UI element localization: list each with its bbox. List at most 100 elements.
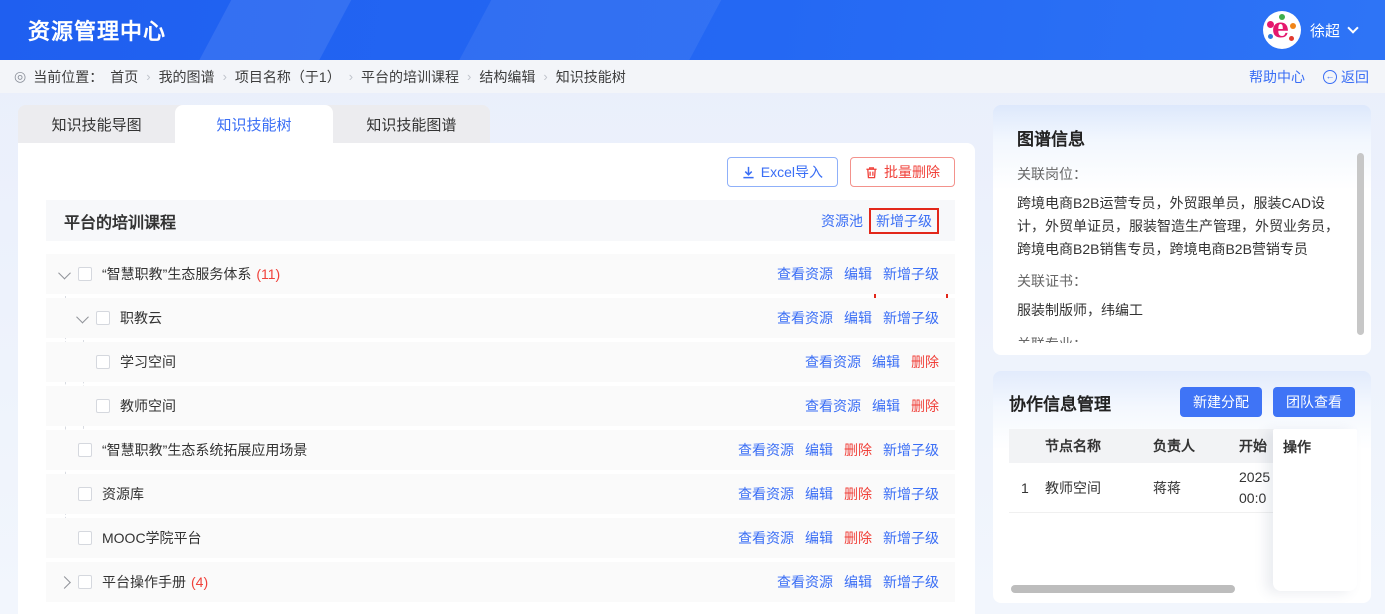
delete-link[interactable]: 删除 — [911, 396, 939, 416]
owner-header: 负责人 — [1153, 436, 1239, 456]
delete-link[interactable]: 删除 — [844, 528, 872, 548]
node-count: (4) — [191, 574, 208, 590]
edit-link[interactable]: 编辑 — [844, 572, 872, 592]
tree-node-label: “智慧职教”生态系统拓展应用场景 — [102, 440, 307, 460]
logo-dot — [1290, 23, 1296, 29]
row-index: 1 — [1009, 480, 1045, 496]
edit-link[interactable]: 编辑 — [805, 528, 833, 548]
breadcrumb-item-home[interactable]: 首页 — [110, 67, 138, 87]
view-resource-link[interactable]: 查看资源 — [777, 572, 833, 592]
breadcrumb-item-course[interactable]: 平台的培训课程 — [361, 67, 459, 87]
node-name-header: 节点名称 — [1045, 436, 1153, 456]
chevron-down-icon[interactable] — [1347, 22, 1358, 33]
resource-pool-link[interactable]: 资源池 — [821, 211, 863, 231]
tree-node-label: 教师空间 — [120, 396, 176, 416]
collaboration-card: 协作信息管理 新建分配 团队查看 节点名称 负责人 开始 1 教师空间 蒋蒋 2… — [993, 371, 1371, 603]
logo-dot — [1279, 14, 1285, 20]
app-header: 资源管理中心 e 徐超 — [0, 0, 1385, 60]
row-checkbox[interactable] — [96, 311, 110, 325]
batch-delete-button[interactable]: 批量删除 — [850, 157, 955, 187]
view-resource-link[interactable]: 查看资源 — [777, 264, 833, 284]
row-checkbox[interactable] — [78, 443, 92, 457]
row-checkbox[interactable] — [78, 531, 92, 545]
view-resource-link[interactable]: 查看资源 — [738, 484, 794, 504]
row-checkbox[interactable] — [96, 355, 110, 369]
download-icon — [742, 166, 755, 179]
delete-link[interactable]: 删除 — [844, 484, 872, 504]
user-menu[interactable]: e 徐超 — [1263, 11, 1357, 49]
back-arrow-icon: ← — [1323, 70, 1337, 84]
add-child-link[interactable]: 新增子级 — [883, 528, 939, 548]
node-count: (11) — [256, 266, 280, 282]
chevron-right-icon[interactable] — [58, 576, 71, 589]
breadcrumb-item-structure-edit[interactable]: 结构编辑 — [479, 67, 535, 87]
breadcrumb-separator: › — [466, 69, 472, 84]
row-checkbox[interactable] — [78, 487, 92, 501]
tree-row: 教师空间 查看资源 编辑 删除 — [46, 386, 955, 426]
sticky-action-column: 操作 — [1273, 429, 1357, 591]
tree-row: 职教云 查看资源 编辑 新增子级 — [46, 298, 955, 338]
row-owner: 蒋蒋 — [1153, 478, 1239, 498]
page-title: 资源管理中心 — [28, 14, 166, 46]
tree-node-label: 平台操作手册 — [102, 572, 186, 592]
add-child-link[interactable]: 新增子级 — [883, 308, 939, 328]
delete-link[interactable]: 删除 — [911, 352, 939, 372]
horizontal-scrollbar[interactable] — [1011, 585, 1235, 593]
avatar[interactable]: e — [1263, 11, 1301, 49]
team-view-button[interactable]: 团队查看 — [1273, 387, 1355, 417]
action-header: 操作 — [1283, 439, 1311, 455]
logo-dot — [1289, 36, 1294, 41]
add-child-root-link[interactable]: 新增子级 — [876, 213, 932, 229]
breadcrumb-separator: › — [145, 69, 151, 84]
breadcrumb-item-skill-tree[interactable]: 知识技能树 — [556, 67, 626, 87]
tree-row: 平台操作手册 (4) 查看资源 编辑 新增子级 — [46, 562, 955, 602]
edit-link[interactable]: 编辑 — [805, 440, 833, 460]
course-section-bar: 平台的培训课程 资源池 新增子级 — [46, 200, 955, 241]
breadcrumb-item-project[interactable]: 项目名称（于1） — [235, 67, 341, 87]
back-link[interactable]: ← 返回 — [1323, 67, 1369, 87]
edit-link[interactable]: 编辑 — [844, 308, 872, 328]
vertical-scrollbar[interactable] — [1357, 153, 1364, 335]
header-decor-stripe — [178, 0, 362, 60]
tab-skill-mindmap[interactable]: 知识技能导图 — [18, 105, 175, 143]
row-checkbox[interactable] — [78, 575, 92, 589]
tree-node-label: MOOC学院平台 — [102, 528, 202, 548]
breadcrumb-separator: › — [542, 69, 548, 84]
view-resource-link[interactable]: 查看资源 — [805, 396, 861, 416]
row-checkbox[interactable] — [78, 267, 92, 281]
related-jobs-value: 跨境电商B2B运营专员，外贸跟单员，服装CAD设计，外贸单证员，服装智造生产管理… — [1017, 192, 1345, 261]
trash-icon — [865, 166, 878, 179]
tab-skill-tree[interactable]: 知识技能树 — [175, 105, 332, 143]
tree-node-label: 资源库 — [102, 484, 144, 504]
excel-import-button[interactable]: Excel导入 — [727, 157, 838, 187]
view-resource-link[interactable]: 查看资源 — [738, 528, 794, 548]
breadcrumb-bar: ◎ 当前位置： 首页 › 我的图谱 › 项目名称（于1） › 平台的培训课程 ›… — [0, 60, 1385, 93]
breadcrumb: ◎ 当前位置： 首页 › 我的图谱 › 项目名称（于1） › 平台的培训课程 ›… — [14, 67, 626, 87]
view-resource-link[interactable]: 查看资源 — [805, 352, 861, 372]
edit-link[interactable]: 编辑 — [844, 264, 872, 284]
edit-link[interactable]: 编辑 — [872, 396, 900, 416]
row-checkbox[interactable] — [96, 399, 110, 413]
chevron-down-icon[interactable] — [58, 266, 71, 279]
logo-dot — [1268, 34, 1273, 39]
tab-skill-graph[interactable]: 知识技能图谱 — [333, 105, 490, 143]
view-resource-link[interactable]: 查看资源 — [738, 440, 794, 460]
related-major-label: 关联专业： — [1017, 334, 1345, 343]
breadcrumb-item-my-graph[interactable]: 我的图谱 — [159, 67, 215, 87]
view-resource-link[interactable]: 查看资源 — [777, 308, 833, 328]
highlight-box: 新增子级 — [869, 208, 939, 234]
add-child-link[interactable]: 新增子级 — [883, 572, 939, 592]
add-child-link[interactable]: 新增子级 — [883, 264, 939, 284]
edit-link[interactable]: 编辑 — [872, 352, 900, 372]
tree-row: MOOC学院平台 查看资源 编辑 删除 新增子级 — [46, 518, 955, 558]
chevron-down-icon[interactable] — [76, 310, 89, 323]
course-title: 平台的培训课程 — [64, 209, 176, 233]
add-child-link[interactable]: 新增子级 — [883, 484, 939, 504]
collaboration-title: 协作信息管理 — [1009, 390, 1169, 415]
add-child-link[interactable]: 新增子级 — [883, 440, 939, 460]
new-assignment-button[interactable]: 新建分配 — [1180, 387, 1262, 417]
tree-row: “智慧职教”生态系统拓展应用场景 查看资源 编辑 删除 新增子级 — [46, 430, 955, 470]
edit-link[interactable]: 编辑 — [805, 484, 833, 504]
delete-link[interactable]: 删除 — [844, 440, 872, 460]
help-center-link[interactable]: 帮助中心 — [1249, 67, 1305, 87]
